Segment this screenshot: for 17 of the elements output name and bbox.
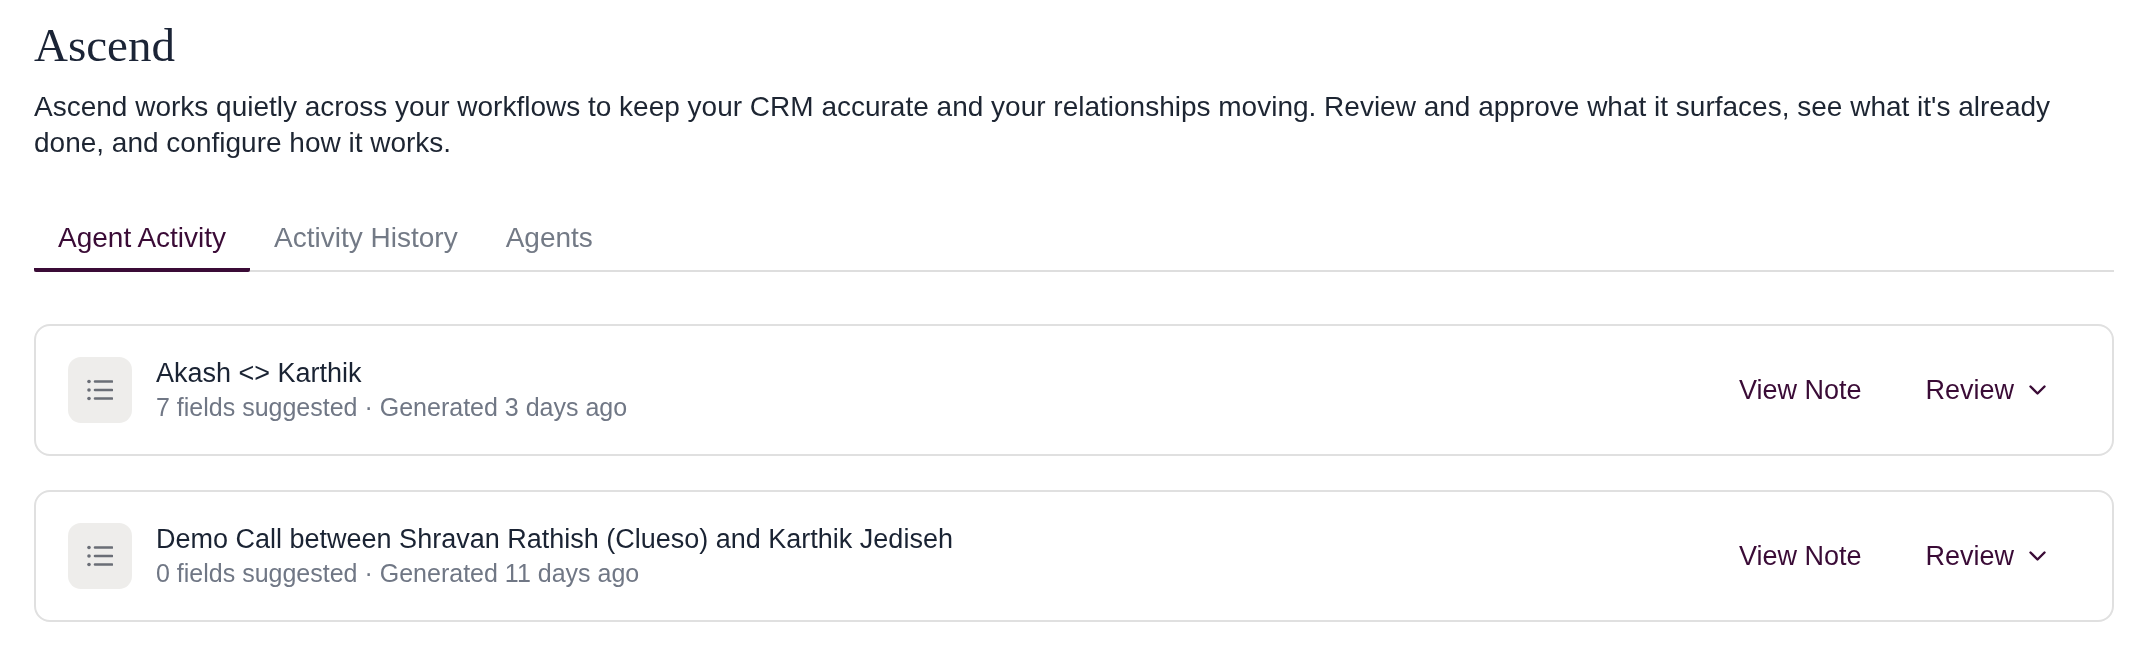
activity-title: Demo Call between Shravan Rathish (Clueso) and Karthik Jediseh xyxy=(156,523,953,556)
tab[interactable]: Activity History xyxy=(250,207,482,272)
page-title: Ascend xyxy=(34,19,175,71)
tab[interactable]: Agent Activity xyxy=(34,207,251,272)
view-note-button[interactable]: View Note xyxy=(1724,365,1876,415)
review-dropdown-button[interactable]: Review xyxy=(1911,365,2060,415)
list-icon xyxy=(68,357,132,423)
activity-meta: 7 fields suggested · Generated 3 days ago xyxy=(156,392,628,423)
list-icon xyxy=(68,523,132,589)
review-dropdown-button[interactable]: Review xyxy=(1911,531,2060,581)
chevron-down-icon xyxy=(2029,551,2046,561)
chevron-down-icon xyxy=(2029,385,2046,395)
activity-meta: 0 fields suggested · Generated 11 days ago xyxy=(156,558,640,589)
activity-title: Akash <> Karthik xyxy=(156,357,362,390)
page-description: Ascend works quietly across your workflows to keep your CRM accurate and your relationships moving. Review and approve what it surfaces, see what it's already done, and configure how it works. xyxy=(34,90,2052,160)
tab[interactable]: Agents xyxy=(481,207,617,272)
view-note-button[interactable]: View Note xyxy=(1724,531,1876,581)
